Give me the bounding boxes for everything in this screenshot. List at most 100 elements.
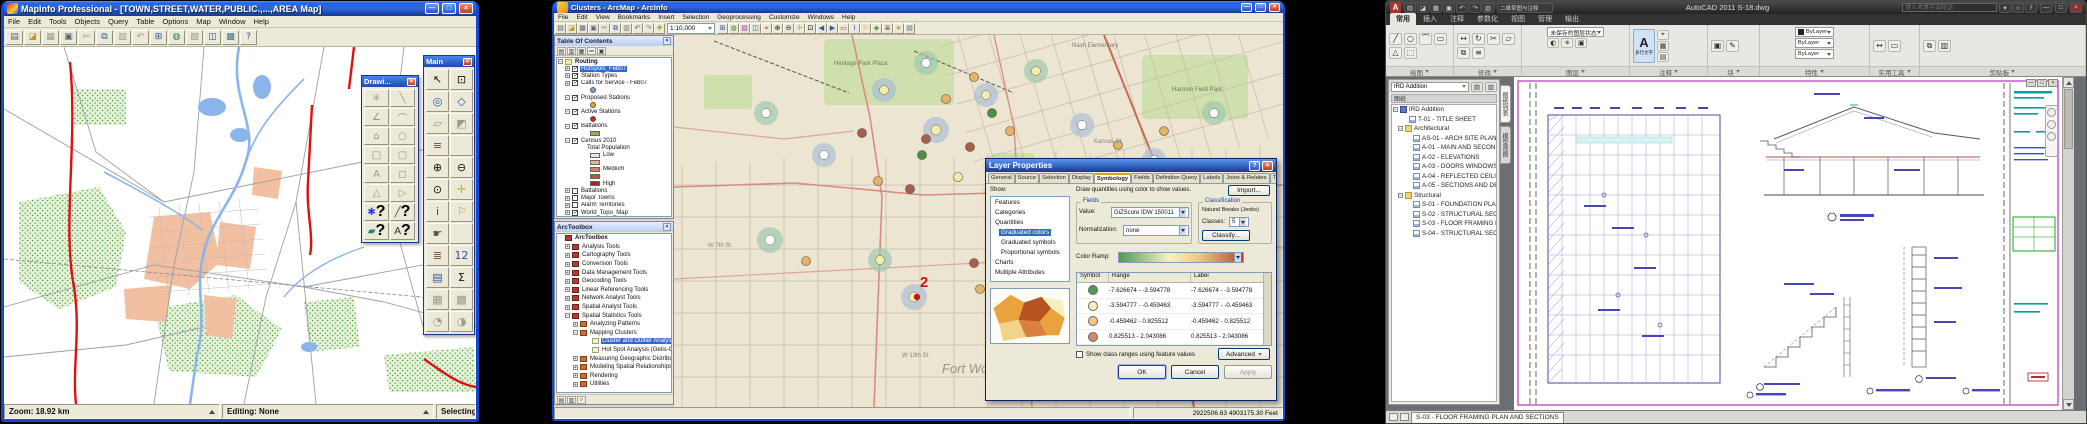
help-button[interactable]: ? bbox=[1249, 161, 1260, 171]
close-button[interactable]: × bbox=[1262, 161, 1273, 171]
toolbox-row[interactable]: − Mapping Clusters bbox=[557, 329, 671, 338]
qat-button[interactable]: ↷ bbox=[1469, 3, 1481, 13]
main-tool-button[interactable]: ✛ bbox=[450, 179, 473, 200]
toolbar-button[interactable]: ⊖ bbox=[783, 23, 794, 34]
toolbox-row[interactable]: + Measuring Geographic Distributions bbox=[557, 354, 671, 363]
toolbar-button[interactable]: ≣ bbox=[882, 23, 893, 34]
sheet-row[interactable]: AS-01 - ARCH SITE PLAN bbox=[1392, 134, 1496, 144]
toolbar-button[interactable]: ◈ bbox=[871, 23, 882, 34]
dialog-tab[interactable]: Definition Query bbox=[1153, 173, 1201, 183]
checkbox[interactable] bbox=[1076, 351, 1083, 358]
drawing-tool-button[interactable]: ✱? bbox=[364, 203, 389, 221]
toolbar-button[interactable]: ⊡ bbox=[805, 23, 816, 34]
tree-expander-icon[interactable]: + bbox=[573, 322, 578, 327]
mtext-button[interactable]: A多行文字 bbox=[1633, 29, 1655, 63]
sheet-row[interactable]: S-04 - STRUCTURAL SECTION bbox=[1392, 229, 1496, 239]
panel-label[interactable]: 剪贴板 bbox=[1920, 66, 2085, 76]
qat-button[interactable]: ◪ bbox=[1417, 3, 1429, 13]
drawing-tool-button[interactable]: A bbox=[364, 165, 389, 183]
panel-tab-button[interactable]: ⌕ bbox=[577, 396, 586, 404]
toc-tool-button[interactable]: ▣ bbox=[597, 47, 606, 55]
dialog-tab[interactable]: General bbox=[988, 173, 1015, 183]
main-tool-button[interactable]: ⊕ bbox=[426, 157, 449, 178]
tree-expander-icon[interactable]: + bbox=[565, 188, 570, 193]
map-scale-combobox[interactable]: 1:10,000 bbox=[667, 23, 715, 34]
scroll-up-button[interactable] bbox=[2063, 77, 2074, 88]
main-tool-button[interactable] bbox=[450, 135, 473, 156]
close-button[interactable]: × bbox=[1269, 3, 1280, 12]
palette-tab[interactable]: 图纸列表 bbox=[1500, 85, 1511, 123]
main-tool-button[interactable]: ⚐ bbox=[450, 201, 473, 222]
sheet-row[interactable]: A-05 - SECTIONS AND DETAILS bbox=[1392, 181, 1496, 191]
draw-tool-button[interactable]: ○ bbox=[1404, 33, 1417, 45]
tree-expander-icon[interactable]: − bbox=[1393, 107, 1398, 112]
tree-expander-icon[interactable]: − bbox=[565, 109, 570, 114]
drawing-tool-button[interactable]: ▷ bbox=[390, 184, 415, 202]
draw-tool-button[interactable]: ╱ bbox=[1389, 33, 1402, 45]
toolbox-row[interactable]: + Data Management Tools bbox=[557, 268, 671, 277]
close-icon[interactable]: × bbox=[463, 58, 472, 66]
menu-item[interactable]: Tools bbox=[45, 17, 71, 26]
drawing-tool-button[interactable]: ▰? bbox=[364, 222, 389, 240]
tree-expander-icon[interactable]: + bbox=[565, 66, 570, 71]
value-combobox[interactable]: GiZScore IDW 150011 bbox=[1111, 207, 1189, 218]
menu-item[interactable]: Insert bbox=[654, 14, 678, 21]
toolbar-button[interactable]: ↶ bbox=[632, 23, 643, 34]
layer-visibility-checkbox[interactable]: ✓ bbox=[572, 123, 578, 129]
tree-expander-icon[interactable]: + bbox=[565, 270, 570, 275]
panel-label[interactable]: 块 bbox=[1708, 66, 1759, 76]
toc-layer-row[interactable]: − ✓ Proposed Stations bbox=[557, 94, 671, 101]
qat-button[interactable]: ▣ bbox=[1443, 3, 1455, 13]
toc-layer-row[interactable]: ✓ High bbox=[557, 180, 671, 187]
dialog-tab[interactable]: Selection bbox=[1039, 173, 1069, 183]
toolbar-button[interactable]: ⧉ bbox=[610, 23, 621, 34]
draw-tool-button[interactable]: ▭ bbox=[1434, 33, 1447, 45]
menu-item[interactable]: Selection bbox=[678, 14, 713, 21]
toc-layer-row[interactable]: + ✓ World_Topo_Map bbox=[557, 209, 671, 216]
drawing-tool-button[interactable]: ⌂ bbox=[364, 127, 389, 145]
toolbar-button[interactable]: ▨ bbox=[186, 30, 203, 45]
modify-tool-button[interactable]: ↻ bbox=[1472, 33, 1485, 45]
menu-item[interactable]: Help bbox=[838, 14, 859, 21]
drawing-tool-button[interactable]: ╲ bbox=[390, 89, 415, 107]
feature-values-check-row[interactable]: Show class ranges using feature values bbox=[1076, 351, 1195, 358]
active-layout-tab[interactable]: S-03 - FLOOR FRAMING PLAN AND SECTIONS bbox=[1411, 412, 1564, 423]
sheet-row[interactable]: A-02 - ELEVATIONS bbox=[1392, 153, 1496, 163]
panel-label[interactable]: 修改 bbox=[1454, 66, 1521, 76]
main-toolbar-titlebar[interactable]: Main × bbox=[424, 56, 474, 67]
layer-visibility-checkbox[interactable]: ✓ bbox=[572, 138, 578, 144]
infocenter-button[interactable]: ▾ bbox=[1999, 3, 2011, 13]
tree-expander-icon[interactable]: + bbox=[565, 305, 570, 310]
drawing-tool-button[interactable]: ○ bbox=[390, 127, 415, 145]
toc-layer-row[interactable]: ✓ bbox=[557, 159, 671, 166]
mapinfo-map-view[interactable]: Drawi... × ✳╲∠⌒⌂○□▢A◻△▷✱?╱?▰?A? Main × ↖… bbox=[4, 47, 476, 404]
toc-layer-row[interactable]: ✓ Medium bbox=[557, 166, 671, 173]
toolbar-button[interactable]: ✂ bbox=[599, 23, 610, 34]
ribbon-tab[interactable]: 常用 bbox=[1390, 13, 1416, 25]
menu-item[interactable]: View bbox=[592, 14, 614, 21]
toolbar-button[interactable]: ▤ bbox=[904, 23, 915, 34]
minimize-button[interactable]: — bbox=[2026, 79, 2036, 87]
class-break-row[interactable]: 0.825513 - 2.043086 0.825513 - 2.043086 bbox=[1077, 330, 1271, 346]
menu-item[interactable]: Options bbox=[158, 17, 192, 26]
toolbar-button[interactable]: ◪ bbox=[24, 30, 41, 45]
tree-expander-icon[interactable]: − bbox=[1398, 126, 1403, 131]
show-list-item[interactable]: Categories bbox=[991, 207, 1069, 217]
minimize-button[interactable]: — bbox=[1241, 3, 1252, 12]
sheet-row[interactable]: A-01 - MAIN AND SECOND FLO bbox=[1392, 143, 1496, 153]
drawing-area[interactable]: — □ × bbox=[1514, 77, 2074, 410]
toc-layer-row[interactable]: ✓ bbox=[557, 130, 671, 137]
toolbox-row[interactable]: + Cartography Tools bbox=[557, 251, 671, 260]
main-tool-button[interactable]: ⊖ bbox=[450, 157, 473, 178]
toc-tool-button[interactable]: ▦ bbox=[577, 47, 586, 55]
layer-visibility-checkbox[interactable]: ✓ bbox=[572, 210, 578, 216]
clipboard-tool-button[interactable]: ⧉ bbox=[1923, 40, 1936, 52]
menu-item[interactable]: Bookmarks bbox=[614, 14, 655, 21]
toc-layer-row[interactable]: + ✓ Alarm Territories bbox=[557, 202, 671, 209]
close-button[interactable]: × bbox=[459, 3, 473, 14]
draw-tool-button[interactable]: △ bbox=[1389, 47, 1402, 59]
show-list-item[interactable]: Proportional symbols bbox=[991, 247, 1069, 257]
show-list-item[interactable]: Features bbox=[991, 197, 1069, 207]
toolbox-row[interactable]: + Network Analyst Tools bbox=[557, 294, 671, 303]
layer-visibility-checkbox[interactable]: ✓ bbox=[572, 73, 578, 79]
